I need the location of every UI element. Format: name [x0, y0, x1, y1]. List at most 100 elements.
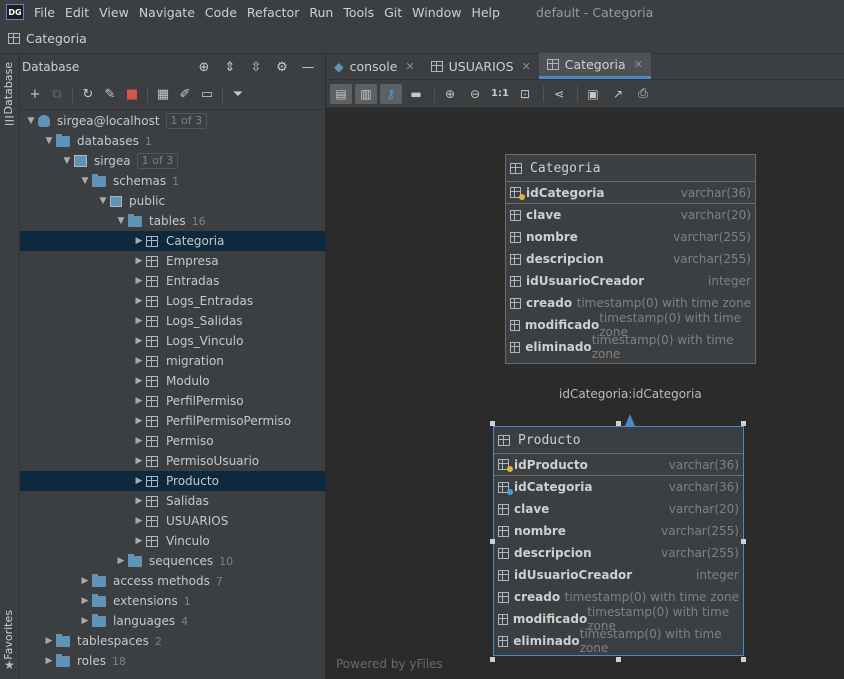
menu-navigate[interactable]: Navigate — [135, 5, 199, 20]
close-icon[interactable]: ✕ — [634, 58, 643, 71]
menu-code[interactable]: Code — [201, 5, 241, 20]
target-icon[interactable]: ⊕ — [193, 57, 215, 77]
tree-node-tables[interactable]: ▼ tables 16 — [20, 211, 326, 231]
tree-node-public[interactable]: ▼ public — [20, 191, 326, 211]
save-icon[interactable]: ▣ — [582, 84, 604, 104]
close-icon[interactable]: ✕ — [405, 60, 414, 73]
tree-table-modulo[interactable]: ▶ Modulo — [20, 371, 326, 391]
chevron-right-icon[interactable]: ▶ — [78, 576, 92, 586]
tree-node-schemas[interactable]: ▼ schemas 1 — [20, 171, 326, 191]
print-icon[interactable]: ⎙ — [632, 84, 654, 104]
chevron-right-icon[interactable]: ▶ — [78, 596, 92, 606]
tree-table-logs-vinculo[interactable]: ▶ Logs_Vinculo — [20, 331, 326, 351]
column-row[interactable]: idUsuarioCreador integer — [506, 270, 755, 292]
chevron-right-icon[interactable]: ▶ — [132, 356, 146, 366]
tree-table-empresa[interactable]: ▶ Empresa — [20, 251, 326, 271]
menu-view[interactable]: View — [95, 5, 133, 20]
chevron-right-icon[interactable]: ▶ — [132, 316, 146, 326]
diagram-canvas[interactable]: Categoria idCategoria varchar(36) clave … — [326, 108, 844, 679]
database-tool-tab[interactable]: Database — [2, 62, 15, 115]
close-icon[interactable]: ✕ — [522, 60, 531, 73]
menu-file[interactable]: File — [30, 5, 59, 20]
chevron-down-icon[interactable]: ▼ — [114, 216, 128, 226]
chevron-right-icon[interactable]: ▶ — [132, 476, 146, 486]
column-row-fk[interactable]: idCategoria varchar(36) — [494, 476, 743, 498]
chevron-right-icon[interactable]: ▶ — [42, 656, 56, 666]
favorites-tool-tab[interactable]: Favorites — [2, 610, 15, 660]
chevron-right-icon[interactable]: ▶ — [78, 616, 92, 626]
chevron-right-icon[interactable]: ▶ — [132, 376, 146, 386]
tab-categoria[interactable]: Categoria ✕ — [538, 53, 651, 79]
chevron-right-icon[interactable]: ▶ — [132, 456, 146, 466]
column-row[interactable]: descripcion varchar(255) — [506, 248, 755, 270]
tab-usuarios[interactable]: USUARIOS ✕ — [423, 53, 539, 79]
tree-table-permisousuario[interactable]: ▶ PermisoUsuario — [20, 451, 326, 471]
chevron-down-icon[interactable]: ▼ — [60, 156, 74, 166]
tree-node-tablespaces[interactable]: ▶ tablespaces 2 — [20, 631, 326, 651]
tree-node-access-methods[interactable]: ▶ access methods 7 — [20, 571, 326, 591]
tree-table-salidas[interactable]: ▶ Salidas — [20, 491, 326, 511]
tree-node-host[interactable]: ▼ sirgea@localhost 1 of 3 — [20, 111, 326, 131]
chevron-down-icon[interactable]: ▼ — [78, 176, 92, 186]
menu-window[interactable]: Window — [408, 5, 465, 20]
column-row[interactable]: nombre varchar(255) — [494, 520, 743, 542]
resize-handle[interactable] — [741, 421, 746, 426]
expand-all-icon[interactable]: ⇕ — [219, 57, 241, 77]
resize-handle[interactable] — [741, 657, 746, 662]
tree-node-languages[interactable]: ▶ languages 4 — [20, 611, 326, 631]
menu-edit[interactable]: Edit — [61, 5, 93, 20]
resize-handle[interactable] — [490, 421, 495, 426]
tree-table-permiso[interactable]: ▶ Permiso — [20, 431, 326, 451]
column-row-pk[interactable]: idCategoria varchar(36) — [506, 182, 755, 204]
tree-table-logs-salidas[interactable]: ▶ Logs_Salidas — [20, 311, 326, 331]
resize-handle[interactable] — [616, 657, 621, 662]
chevron-right-icon[interactable]: ▶ — [132, 496, 146, 506]
fit-content-icon[interactable]: ⊡ — [514, 84, 536, 104]
refresh-icon[interactable]: ↻ — [77, 85, 99, 105]
add-icon[interactable]: + — [24, 85, 46, 105]
tree-table-logs-entradas[interactable]: ▶ Logs_Entradas — [20, 291, 326, 311]
collapse-all-icon[interactable]: ⇳ — [245, 57, 267, 77]
entity-producto[interactable]: Producto idProducto varchar(36) idCatego… — [493, 426, 744, 656]
chevron-right-icon[interactable]: ▶ — [132, 236, 146, 246]
column-row[interactable]: nombre varchar(255) — [506, 226, 755, 248]
column-row[interactable]: eliminado timestamp(0) with time zone — [494, 627, 743, 655]
chevron-down-icon[interactable]: ▼ — [24, 116, 38, 126]
tree-table-migration[interactable]: ▶ migration — [20, 351, 326, 371]
tab-console[interactable]: ◆ console ✕ — [326, 53, 423, 79]
chevron-right-icon[interactable]: ▶ — [132, 416, 146, 426]
gear-icon[interactable]: ⚙ — [271, 57, 293, 77]
chevron-right-icon[interactable]: ▶ — [132, 336, 146, 346]
query-console-icon[interactable]: ▭ — [196, 85, 218, 105]
tree-table-usuarios[interactable]: ▶ USUARIOS — [20, 511, 326, 531]
resize-handle[interactable] — [490, 657, 495, 662]
zoom-out-icon[interactable]: ⊖ — [464, 84, 486, 104]
entity-categoria[interactable]: Categoria idCategoria varchar(36) clave … — [505, 154, 756, 364]
chevron-right-icon[interactable]: ▶ — [132, 256, 146, 266]
comment-icon[interactable]: ▬ — [405, 84, 427, 104]
menu-run[interactable]: Run — [305, 5, 337, 20]
chevron-right-icon[interactable]: ▶ — [132, 436, 146, 446]
show-keys-icon[interactable]: ⚷ — [380, 83, 402, 104]
menu-refactor[interactable]: Refactor — [243, 5, 303, 20]
breadcrumb-item[interactable]: Categoria — [26, 31, 87, 46]
resize-handle[interactable] — [741, 539, 746, 544]
chevron-right-icon[interactable]: ▶ — [132, 296, 146, 306]
minimize-icon[interactable]: — — [297, 57, 319, 77]
menu-git[interactable]: Git — [380, 5, 406, 20]
chevron-right-icon[interactable]: ▶ — [132, 516, 146, 526]
chevron-right-icon[interactable]: ▶ — [132, 276, 146, 286]
column-row[interactable]: clave varchar(20) — [506, 204, 755, 226]
tree-node-roles[interactable]: ▶ roles 18 — [20, 651, 326, 671]
tree-table-perfilpermisopermiso[interactable]: ▶ PerfilPermisoPermiso — [20, 411, 326, 431]
stop-icon[interactable]: ■ — [121, 85, 143, 105]
resize-handle[interactable] — [490, 539, 495, 544]
chevron-right-icon[interactable]: ▶ — [132, 536, 146, 546]
column-row[interactable]: clave varchar(20) — [494, 498, 743, 520]
schema-settings-icon[interactable]: ✎ — [99, 85, 121, 105]
chevron-down-icon[interactable]: ▼ — [42, 136, 56, 146]
layout-icon[interactable]: ⋖ — [548, 84, 570, 104]
copy-icon[interactable]: ⧉ — [46, 85, 68, 105]
tree-node-extensions[interactable]: ▶ extensions 1 — [20, 591, 326, 611]
tree-table-categoria[interactable]: ▶ Categoria — [20, 231, 326, 251]
